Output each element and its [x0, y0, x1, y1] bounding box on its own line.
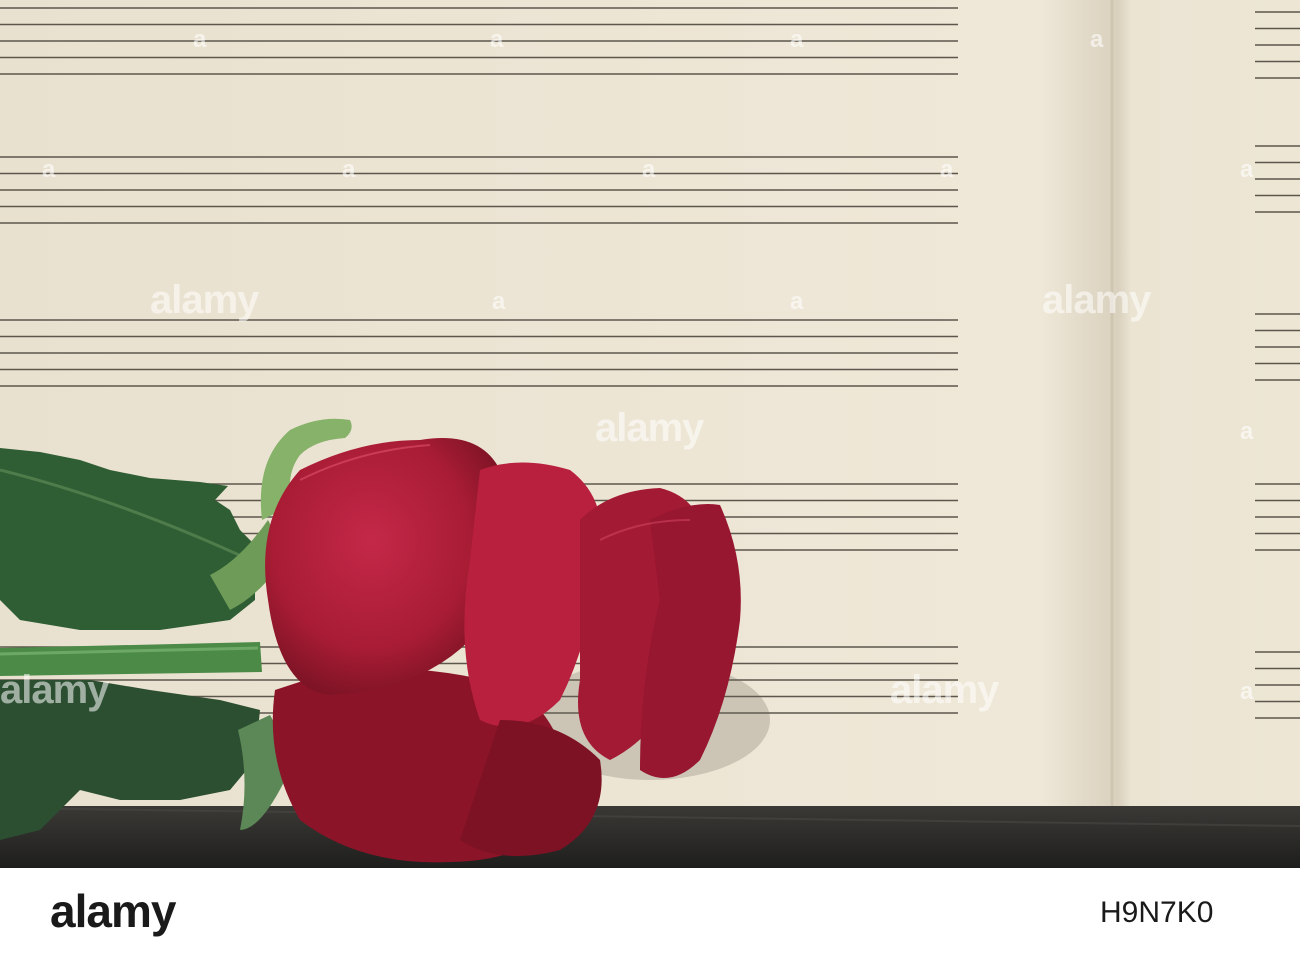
watermark-mark: a [1240, 678, 1254, 705]
watermark-word: alamy [595, 406, 704, 450]
watermark-mark: a [193, 26, 207, 53]
watermark-word: alamy [150, 278, 259, 322]
watermark-mark: a [790, 26, 804, 53]
watermark-mark: a [1240, 156, 1254, 183]
stock-photo: alamy alamy alamy alamy alamy a a a a a … [0, 0, 1300, 868]
footer-logo: alamy [50, 885, 176, 937]
footer-bar: alamy H9N7K0 [0, 868, 1300, 956]
watermark-mark: a [790, 288, 804, 315]
watermark-mark: a [492, 288, 506, 315]
image-id-label: H9N7K0 [1100, 896, 1214, 929]
watermark-word: alamy [1042, 278, 1151, 322]
watermark-mark: a [342, 156, 356, 183]
watermark-mark: a [1090, 26, 1104, 53]
watermark-mark: a [42, 156, 56, 183]
watermark-mark: a [1240, 418, 1254, 445]
table-surface [0, 806, 1300, 868]
watermark-mark: a [940, 156, 954, 183]
watermark-mark: a [642, 156, 656, 183]
watermark-word: alamy [0, 668, 109, 712]
watermark-word: alamy [890, 668, 999, 712]
watermark-mark: a [490, 26, 504, 53]
